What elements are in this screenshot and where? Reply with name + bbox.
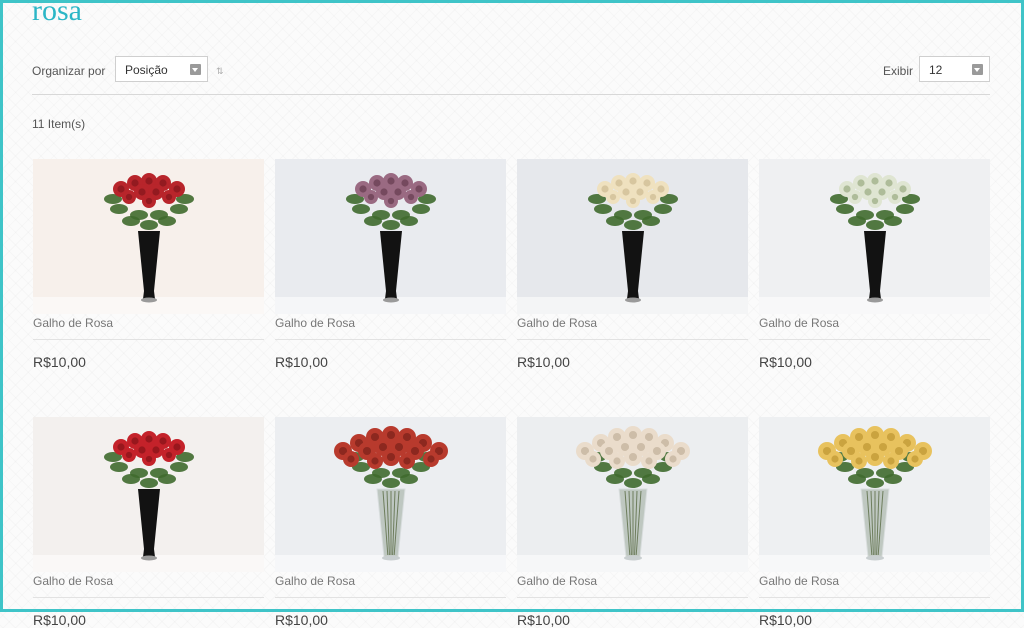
product-name[interactable]: Galho de Rosa <box>517 574 597 588</box>
product-price: R$10,00 <box>517 612 570 628</box>
toolbar-divider <box>32 94 990 95</box>
product-price: R$10,00 <box>275 612 328 628</box>
product-image[interactable] <box>275 159 506 314</box>
product-image[interactable] <box>517 417 748 572</box>
bouquet-illustration <box>517 159 748 314</box>
product-image[interactable] <box>517 159 748 314</box>
product-divider <box>275 597 506 598</box>
sort-select-value: Posição <box>125 63 168 77</box>
product-divider <box>275 339 506 340</box>
product-price: R$10,00 <box>275 354 328 370</box>
product-divider <box>759 597 990 598</box>
show-label: Exibir <box>883 64 914 78</box>
product-divider <box>33 597 264 598</box>
product-image[interactable] <box>759 417 990 572</box>
bouquet-illustration <box>759 159 990 314</box>
limit-select[interactable]: 12 <box>919 56 990 82</box>
product-image[interactable] <box>33 159 264 314</box>
product-name[interactable]: Galho de Rosa <box>275 316 355 330</box>
chevron-down-icon <box>972 64 983 75</box>
bouquet-illustration <box>275 417 506 572</box>
bouquet-illustration <box>275 159 506 314</box>
product-name[interactable]: Galho de Rosa <box>33 316 113 330</box>
product-image[interactable] <box>275 417 506 572</box>
product-image[interactable] <box>33 417 264 572</box>
sort-label: Organizar por <box>32 64 106 78</box>
sort-select[interactable]: Posição <box>115 56 208 82</box>
product-price: R$10,00 <box>759 612 812 628</box>
sort-direction-icon[interactable]: ⇅ <box>216 66 224 77</box>
product-divider <box>33 339 264 340</box>
product-price: R$10,00 <box>759 354 812 370</box>
toolbar: Organizar por Posição ⇅ Exibir 12 <box>32 56 990 86</box>
bouquet-illustration <box>759 417 990 572</box>
chevron-down-icon <box>190 64 201 75</box>
bouquet-illustration <box>33 417 264 572</box>
product-divider <box>759 339 990 340</box>
product-name[interactable]: Galho de Rosa <box>33 574 113 588</box>
page-title: rosa <box>32 0 82 27</box>
product-name[interactable]: Galho de Rosa <box>275 574 355 588</box>
item-count: 11 Item(s) <box>32 117 86 131</box>
product-price: R$10,00 <box>33 354 86 370</box>
product-name[interactable]: Galho de Rosa <box>759 316 839 330</box>
bouquet-illustration <box>33 159 264 314</box>
product-divider <box>517 339 748 340</box>
product-price: R$10,00 <box>33 612 86 628</box>
product-price: R$10,00 <box>517 354 570 370</box>
product-image[interactable] <box>759 159 990 314</box>
bouquet-illustration <box>517 417 748 572</box>
product-name[interactable]: Galho de Rosa <box>759 574 839 588</box>
product-name[interactable]: Galho de Rosa <box>517 316 597 330</box>
limit-select-value: 12 <box>929 63 943 77</box>
product-divider <box>517 597 748 598</box>
